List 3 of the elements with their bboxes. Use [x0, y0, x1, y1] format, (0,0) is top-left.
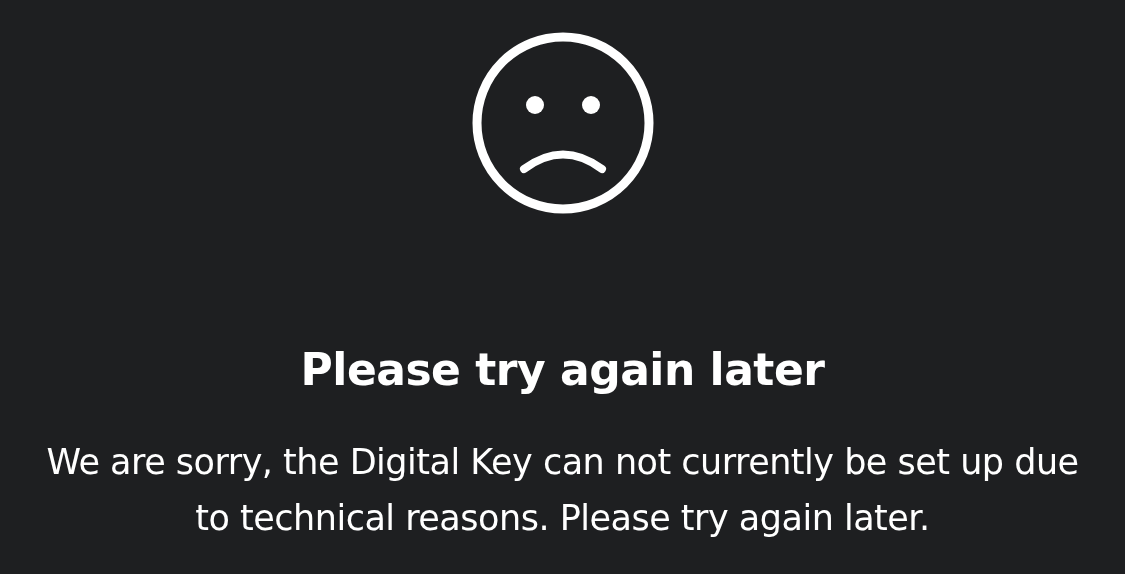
- error-title: Please try again later: [300, 343, 825, 397]
- error-message: We are sorry, the Digital Key can not currently be set up due to technical reasons. Please try again later.: [45, 441, 1080, 540]
- sad-face-icon: [471, 32, 654, 214]
